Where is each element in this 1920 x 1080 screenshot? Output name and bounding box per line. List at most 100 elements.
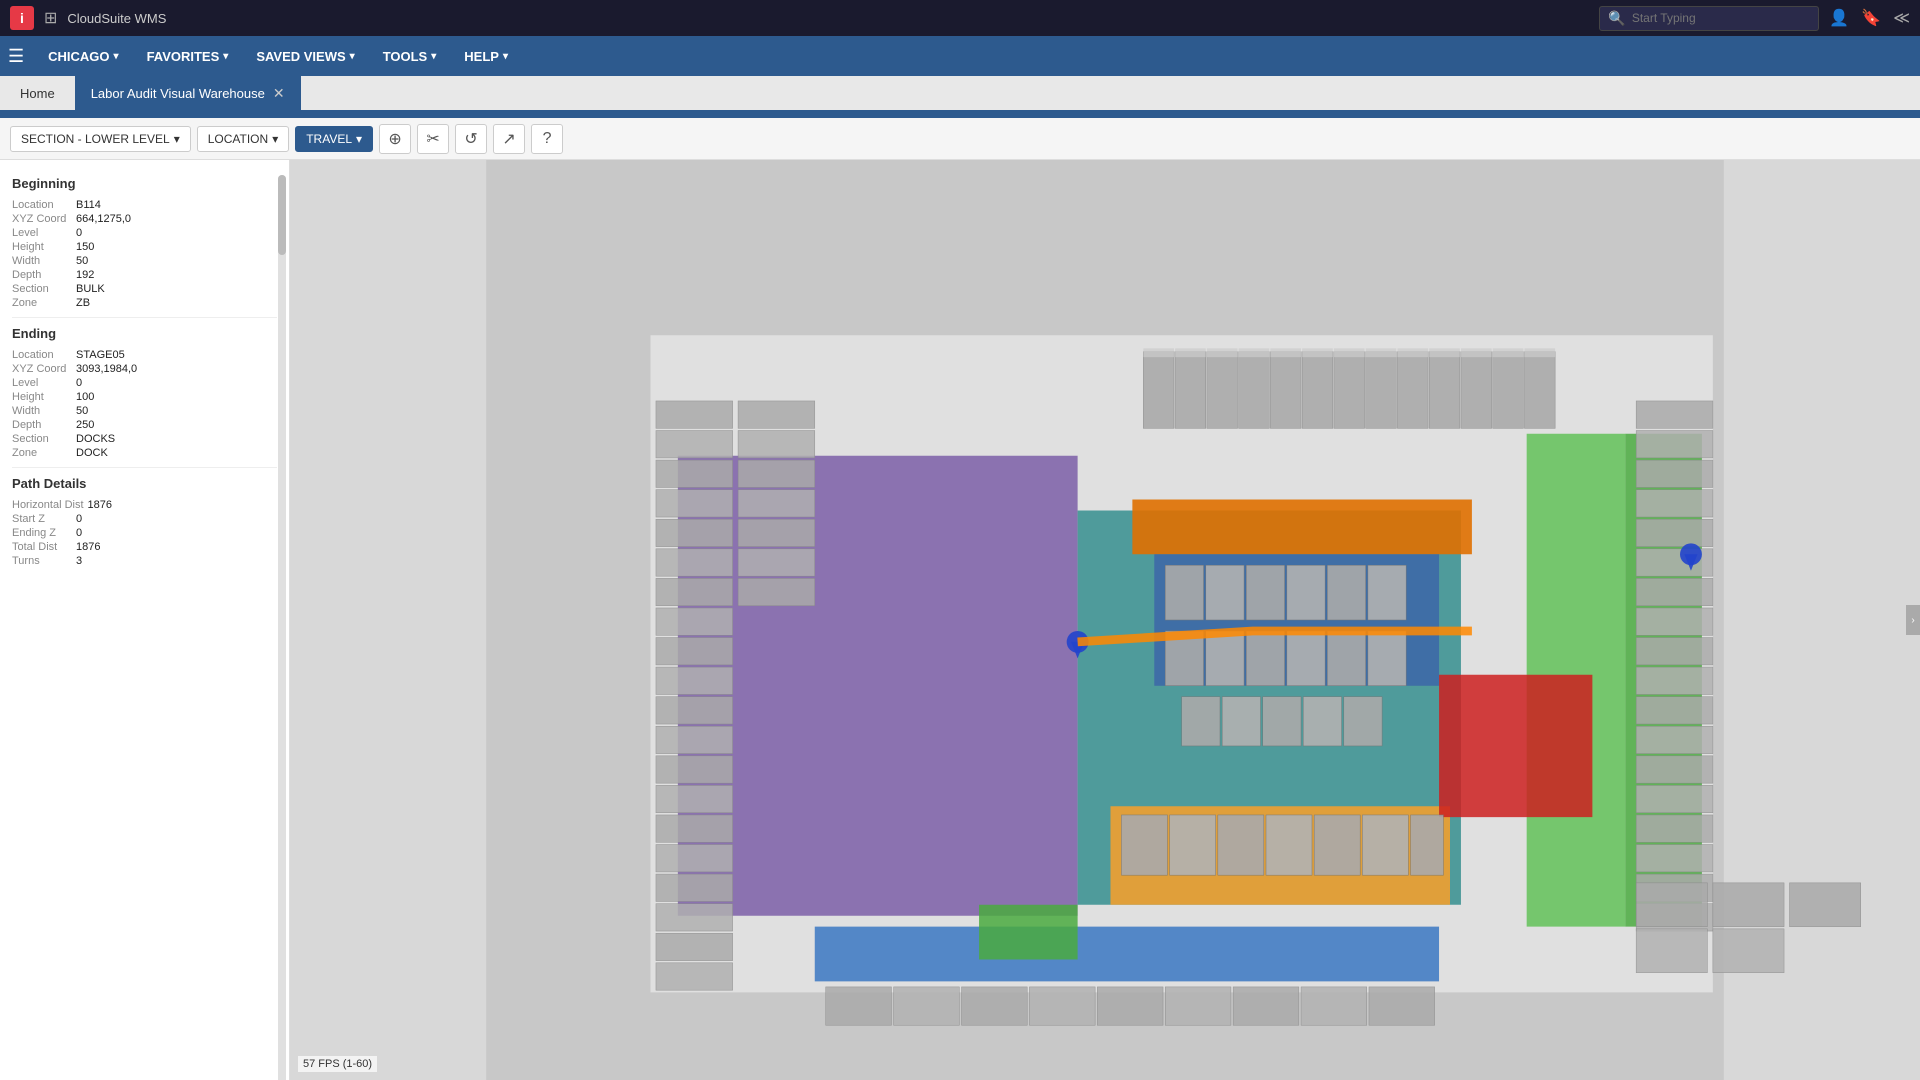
collapse-icon[interactable]: ≪: [1893, 8, 1910, 28]
nav-help-label: HELP: [464, 49, 499, 64]
help-button[interactable]: ?: [531, 124, 563, 154]
path-turns-label: Turns: [12, 555, 72, 567]
nav-saved-views-caret: ▾: [350, 51, 355, 62]
ending-zone-label: Zone: [12, 447, 72, 459]
beginning-depth-value: 192: [76, 269, 94, 281]
beginning-zone: Zone ZB: [12, 297, 277, 309]
beginning-depth-label: Depth: [12, 269, 72, 281]
beginning-height-value: 150: [76, 241, 94, 253]
scroll-bar[interactable]: [277, 160, 287, 1080]
beginning-title: Beginning: [12, 176, 277, 191]
collapse-panel-button[interactable]: ›: [1906, 605, 1920, 635]
select-icon: ⊕: [388, 129, 401, 149]
beginning-xyz: XYZ Coord 664,1275,0: [12, 213, 277, 225]
topbar: i ⊞ CloudSuite WMS 🔍 👤 🔖 ≪: [0, 0, 1920, 36]
beginning-width-value: 50: [76, 255, 88, 267]
section-dropdown-label: SECTION - LOWER LEVEL: [21, 132, 170, 146]
ending-section-value: DOCKS: [76, 433, 115, 445]
path-totaldist: Total Dist 1876: [12, 541, 277, 553]
ending-section: Section DOCKS: [12, 433, 277, 445]
export-button[interactable]: ↗: [493, 124, 525, 154]
navbar: ☰ CHICAGO ▾ FAVORITES ▾ SAVED VIEWS ▾ TO…: [0, 36, 1920, 76]
path-startz-label: Start Z: [12, 513, 72, 525]
nav-chicago[interactable]: CHICAGO ▾: [36, 43, 130, 70]
toolbar: SECTION - LOWER LEVEL ▾ LOCATION ▾ TRAVE…: [0, 118, 1920, 160]
tab-close-button[interactable]: ✕: [273, 85, 285, 102]
ending-location-value: STAGE05: [76, 349, 125, 361]
select-tool-button[interactable]: ⊕: [379, 124, 411, 154]
beginning-level-value: 0: [76, 227, 82, 239]
beginning-section-value: BULK: [76, 283, 105, 295]
path-endingz-label: Ending Z: [12, 527, 72, 539]
path-startz-value: 0: [76, 513, 82, 525]
beginning-section-label: Section: [12, 283, 72, 295]
beginning-location-label: Location: [12, 199, 72, 211]
beginning-height-label: Height: [12, 241, 72, 253]
search-input[interactable]: [1632, 11, 1792, 25]
cut-icon: ✂: [426, 129, 439, 149]
divider-2: [12, 467, 277, 468]
user-icon[interactable]: 👤: [1829, 8, 1849, 28]
refresh-icon: ↺: [464, 129, 477, 149]
path-startz: Start Z 0: [12, 513, 277, 525]
beginning-width-label: Width: [12, 255, 72, 267]
location-dropdown-label: LOCATION: [208, 132, 268, 146]
ending-zone-value: DOCK: [76, 447, 108, 459]
nav-favorites-caret: ▾: [223, 51, 228, 62]
tab-active-label: Labor Audit Visual Warehouse: [91, 86, 265, 101]
ending-level-label: Level: [12, 377, 72, 389]
nav-favorites-label: FAVORITES: [147, 49, 220, 64]
ending-level: Level 0: [12, 377, 277, 389]
travel-dropdown[interactable]: TRAVEL ▾: [295, 126, 373, 152]
tab-labor-audit[interactable]: Labor Audit Visual Warehouse ✕: [75, 76, 301, 110]
nav-tools-label: TOOLS: [383, 49, 428, 64]
nav-chicago-label: CHICAGO: [48, 49, 109, 64]
warehouse-viewport[interactable]: 57 FPS (1-60) ›: [290, 160, 1920, 1080]
ending-section-label: Section: [12, 433, 72, 445]
ending-xyz-label: XYZ Coord: [12, 363, 72, 375]
path-hdist: Horizontal Dist 1876: [12, 499, 277, 511]
ending-width-label: Width: [12, 405, 72, 417]
tab-home[interactable]: Home: [0, 76, 75, 110]
refresh-button[interactable]: ↺: [455, 124, 487, 154]
ending-location-label: Location: [12, 349, 72, 361]
nav-saved-views-label: SAVED VIEWS: [256, 49, 345, 64]
beginning-zone-label: Zone: [12, 297, 72, 309]
ending-depth: Depth 250: [12, 419, 277, 431]
path-endingz-value: 0: [76, 527, 82, 539]
nav-chicago-caret: ▾: [114, 51, 119, 62]
hamburger-icon[interactable]: ☰: [8, 46, 24, 67]
tabbar: Home Labor Audit Visual Warehouse ✕: [0, 76, 1920, 112]
grid-icon[interactable]: ⊞: [44, 8, 57, 28]
export-icon: ↗: [502, 129, 515, 149]
path-totaldist-label: Total Dist: [12, 541, 72, 553]
beginning-xyz-value: 664,1275,0: [76, 213, 131, 225]
search-bar: 🔍: [1599, 6, 1819, 31]
path-turns: Turns 3: [12, 555, 277, 567]
ending-height-label: Height: [12, 391, 72, 403]
location-dropdown[interactable]: LOCATION ▾: [197, 126, 289, 152]
bookmark-icon[interactable]: 🔖: [1861, 8, 1881, 28]
section-dropdown[interactable]: SECTION - LOWER LEVEL ▾: [10, 126, 191, 152]
nav-tools[interactable]: TOOLS ▾: [371, 43, 449, 70]
nav-help[interactable]: HELP ▾: [452, 43, 520, 70]
ending-width-value: 50: [76, 405, 88, 417]
beginning-width: Width 50: [12, 255, 277, 267]
search-icon: 🔍: [1608, 10, 1625, 27]
nav-help-caret: ▾: [503, 51, 508, 62]
top-icons: 👤 🔖 ≪: [1829, 8, 1910, 28]
travel-dropdown-caret: ▾: [356, 132, 362, 146]
left-panel: Beginning Location B114 XYZ Coord 664,12…: [0, 160, 290, 1080]
location-dropdown-caret: ▾: [272, 132, 278, 146]
beginning-depth: Depth 192: [12, 269, 277, 281]
cut-tool-button[interactable]: ✂: [417, 124, 449, 154]
fps-display: 57 FPS (1-60): [298, 1056, 377, 1072]
beginning-location: Location B114: [12, 199, 277, 211]
beginning-xyz-label: XYZ Coord: [12, 213, 72, 225]
beginning-level-label: Level: [12, 227, 72, 239]
nav-favorites[interactable]: FAVORITES ▾: [135, 43, 241, 70]
nav-saved-views[interactable]: SAVED VIEWS ▾: [244, 43, 366, 70]
ending-zone: Zone DOCK: [12, 447, 277, 459]
warehouse-svg: [290, 160, 1920, 1080]
logo-letter: i: [20, 10, 24, 26]
